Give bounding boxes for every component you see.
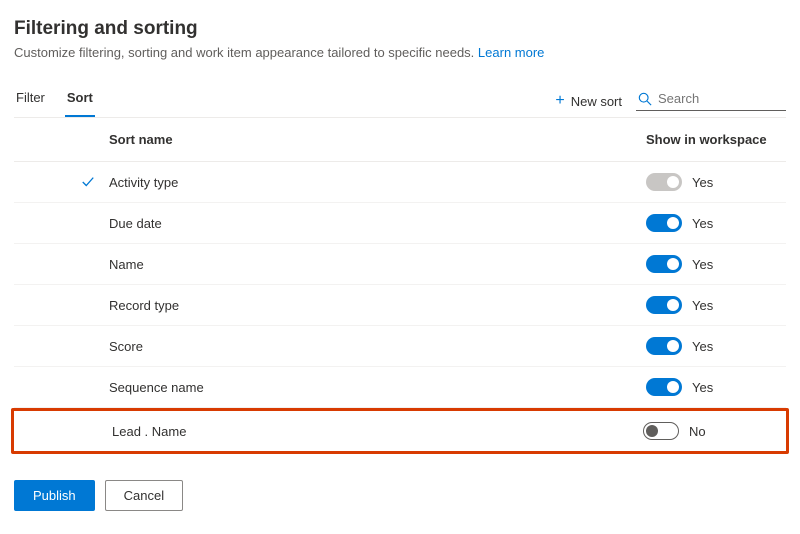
page-subtitle: Customize filtering, sorting and work it… bbox=[14, 45, 786, 60]
table-row[interactable]: Due date Yes bbox=[14, 203, 786, 244]
plus-icon: + bbox=[555, 92, 564, 110]
table-row[interactable]: Sequence name Yes bbox=[14, 367, 786, 408]
workspace-toggle[interactable] bbox=[643, 422, 679, 440]
sort-name-cell: Activity type bbox=[109, 175, 646, 190]
toggle-label: Yes bbox=[692, 216, 713, 231]
col-header-workspace[interactable]: Show in workspace bbox=[646, 132, 786, 147]
tabs: Filter Sort bbox=[14, 90, 95, 117]
table-header: Sort name Show in workspace bbox=[14, 118, 786, 162]
tab-filter[interactable]: Filter bbox=[14, 90, 47, 117]
check-cell bbox=[14, 175, 109, 189]
workspace-toggle bbox=[646, 173, 682, 191]
workspace-toggle[interactable] bbox=[646, 296, 682, 314]
publish-button[interactable]: Publish bbox=[14, 480, 95, 511]
sort-table: Sort name Show in workspace Activity typ… bbox=[14, 118, 786, 454]
sort-name-cell: Due date bbox=[109, 216, 646, 231]
workspace-cell: Yes bbox=[646, 255, 786, 273]
workspace-cell: Yes bbox=[646, 378, 786, 396]
table-row[interactable]: Score Yes bbox=[14, 326, 786, 367]
workspace-cell: Yes bbox=[646, 214, 786, 232]
tab-sort[interactable]: Sort bbox=[65, 90, 95, 117]
toolbar: Filter Sort + New sort bbox=[14, 90, 786, 118]
sort-name-cell: Score bbox=[109, 339, 646, 354]
footer: Publish Cancel bbox=[14, 480, 786, 511]
cancel-button[interactable]: Cancel bbox=[105, 480, 183, 511]
table-row[interactable]: Activity type Yes bbox=[14, 162, 786, 203]
sort-name-cell: Name bbox=[109, 257, 646, 272]
col-header-name[interactable]: Sort name bbox=[109, 132, 646, 147]
new-sort-button[interactable]: + New sort bbox=[555, 92, 622, 110]
toggle-label: Yes bbox=[692, 339, 713, 354]
workspace-cell: Yes bbox=[646, 296, 786, 314]
sort-name-cell: Sequence name bbox=[109, 380, 646, 395]
search-box[interactable] bbox=[636, 91, 786, 111]
sort-name-cell: Lead . Name bbox=[112, 424, 643, 439]
learn-more-link[interactable]: Learn more bbox=[478, 45, 544, 60]
page-title: Filtering and sorting bbox=[14, 18, 786, 40]
checkmark-icon bbox=[81, 175, 95, 189]
search-input[interactable] bbox=[658, 91, 784, 106]
search-icon bbox=[638, 92, 652, 106]
workspace-cell: Yes bbox=[646, 337, 786, 355]
sort-name-cell: Record type bbox=[109, 298, 646, 313]
workspace-cell: Yes bbox=[646, 173, 786, 191]
workspace-toggle[interactable] bbox=[646, 214, 682, 232]
workspace-toggle[interactable] bbox=[646, 378, 682, 396]
workspace-toggle[interactable] bbox=[646, 337, 682, 355]
table-row[interactable]: Name Yes bbox=[14, 244, 786, 285]
toggle-label: Yes bbox=[692, 257, 713, 272]
workspace-toggle[interactable] bbox=[646, 255, 682, 273]
toggle-label: Yes bbox=[692, 175, 713, 190]
toggle-label: No bbox=[689, 424, 706, 439]
table-row[interactable]: Record type Yes bbox=[14, 285, 786, 326]
toggle-label: Yes bbox=[692, 380, 713, 395]
table-row[interactable]: Lead . Name No bbox=[11, 408, 789, 454]
workspace-cell: No bbox=[643, 422, 783, 440]
toggle-label: Yes bbox=[692, 298, 713, 313]
